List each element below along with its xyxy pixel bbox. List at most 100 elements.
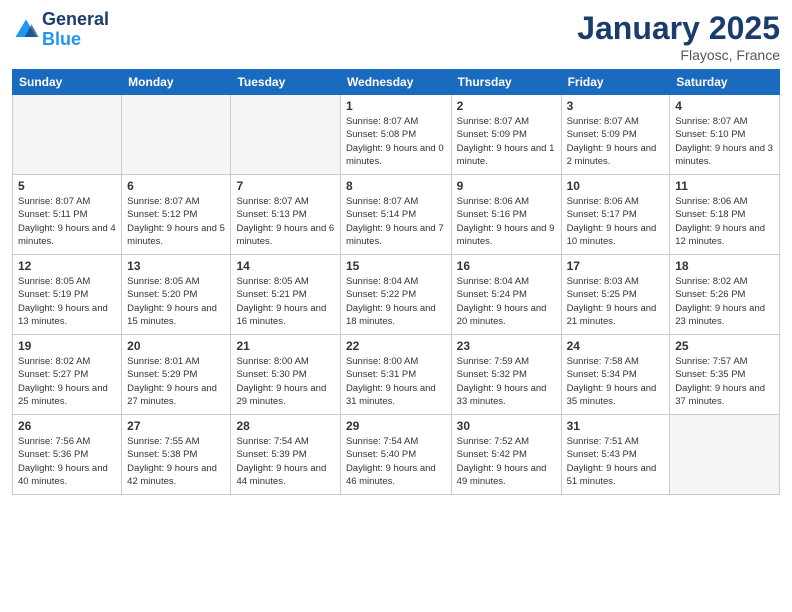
day-number: 10 <box>567 179 665 193</box>
page: General Blue January 2025 Flayosc, Franc… <box>0 0 792 612</box>
day-number: 1 <box>346 99 446 113</box>
day-info: Sunrise: 8:07 AM Sunset: 5:11 PM Dayligh… <box>18 195 116 248</box>
day-number: 5 <box>18 179 116 193</box>
day-cell <box>13 95 122 175</box>
day-info: Sunrise: 8:02 AM Sunset: 5:26 PM Dayligh… <box>675 275 774 328</box>
day-header-thursday: Thursday <box>451 70 561 95</box>
day-info: Sunrise: 8:06 AM Sunset: 5:16 PM Dayligh… <box>457 195 556 248</box>
day-info: Sunrise: 7:57 AM Sunset: 5:35 PM Dayligh… <box>675 355 774 408</box>
day-header-friday: Friday <box>561 70 670 95</box>
day-number: 11 <box>675 179 774 193</box>
day-cell: 4 Sunrise: 8:07 AM Sunset: 5:10 PM Daylig… <box>670 95 780 175</box>
day-info: Sunrise: 7:54 AM Sunset: 5:40 PM Dayligh… <box>346 435 446 488</box>
day-number: 18 <box>675 259 774 273</box>
day-cell: 18 Sunrise: 8:02 AM Sunset: 5:26 PM Dayli… <box>670 255 780 335</box>
day-info: Sunrise: 7:59 AM Sunset: 5:32 PM Dayligh… <box>457 355 556 408</box>
day-info: Sunrise: 8:05 AM Sunset: 5:19 PM Dayligh… <box>18 275 116 328</box>
calendar-header-row: SundayMondayTuesdayWednesdayThursdayFrid… <box>13 70 780 95</box>
day-info: Sunrise: 7:56 AM Sunset: 5:36 PM Dayligh… <box>18 435 116 488</box>
day-cell: 31 Sunrise: 7:51 AM Sunset: 5:43 PM Dayli… <box>561 415 670 495</box>
day-number: 21 <box>236 339 334 353</box>
day-cell: 7Sunrise: 8:07 AM Sunset: 5:13 PM Daylig… <box>231 175 340 255</box>
day-info: Sunrise: 7:55 AM Sunset: 5:38 PM Dayligh… <box>127 435 225 488</box>
logo-icon <box>12 16 40 44</box>
day-info: Sunrise: 8:00 AM Sunset: 5:30 PM Dayligh… <box>236 355 334 408</box>
day-info: Sunrise: 7:52 AM Sunset: 5:42 PM Dayligh… <box>457 435 556 488</box>
day-number: 20 <box>127 339 225 353</box>
day-cell: 20 Sunrise: 8:01 AM Sunset: 5:29 PM Dayli… <box>122 335 231 415</box>
calendar: SundayMondayTuesdayWednesdayThursdayFrid… <box>12 69 780 495</box>
day-number: 15 <box>346 259 446 273</box>
logo: General Blue <box>12 10 109 50</box>
day-number: 16 <box>457 259 556 273</box>
day-cell: 1 Sunrise: 8:07 AM Sunset: 5:08 PM Daylig… <box>340 95 451 175</box>
day-number: 14 <box>236 259 334 273</box>
day-number: 19 <box>18 339 116 353</box>
day-cell: 29 Sunrise: 7:54 AM Sunset: 5:40 PM Dayli… <box>340 415 451 495</box>
day-info: Sunrise: 8:07 AM Sunset: 5:08 PM Dayligh… <box>346 115 446 168</box>
day-number: 29 <box>346 419 446 433</box>
day-cell: 21 Sunrise: 8:00 AM Sunset: 5:30 PM Dayli… <box>231 335 340 415</box>
day-cell: 26Sunrise: 7:56 AM Sunset: 5:36 PM Dayli… <box>13 415 122 495</box>
day-number: 30 <box>457 419 556 433</box>
day-number: 31 <box>567 419 665 433</box>
day-cell: 23Sunrise: 7:59 AM Sunset: 5:32 PM Dayli… <box>451 335 561 415</box>
day-cell: 19 Sunrise: 8:02 AM Sunset: 5:27 PM Dayli… <box>13 335 122 415</box>
day-cell: 13Sunrise: 8:05 AM Sunset: 5:20 PM Dayli… <box>122 255 231 335</box>
day-cell: 5 Sunrise: 8:07 AM Sunset: 5:11 PM Daylig… <box>13 175 122 255</box>
day-info: Sunrise: 7:54 AM Sunset: 5:39 PM Dayligh… <box>236 435 334 488</box>
logo-text: General Blue <box>42 10 109 50</box>
day-cell: 25 Sunrise: 7:57 AM Sunset: 5:35 PM Dayli… <box>670 335 780 415</box>
day-number: 7 <box>236 179 334 193</box>
day-cell: 17 Sunrise: 8:03 AM Sunset: 5:25 PM Dayli… <box>561 255 670 335</box>
week-row-2: 5 Sunrise: 8:07 AM Sunset: 5:11 PM Daylig… <box>13 175 780 255</box>
day-info: Sunrise: 8:06 AM Sunset: 5:18 PM Dayligh… <box>675 195 774 248</box>
day-header-sunday: Sunday <box>13 70 122 95</box>
day-number: 8 <box>346 179 446 193</box>
day-cell: 24 Sunrise: 7:58 AM Sunset: 5:34 PM Dayli… <box>561 335 670 415</box>
day-cell: 10Sunrise: 8:06 AM Sunset: 5:17 PM Dayli… <box>561 175 670 255</box>
day-number: 24 <box>567 339 665 353</box>
week-row-5: 26Sunrise: 7:56 AM Sunset: 5:36 PM Dayli… <box>13 415 780 495</box>
day-header-wednesday: Wednesday <box>340 70 451 95</box>
location: Flayosc, France <box>577 47 780 63</box>
day-info: Sunrise: 8:02 AM Sunset: 5:27 PM Dayligh… <box>18 355 116 408</box>
day-number: 3 <box>567 99 665 113</box>
day-info: Sunrise: 8:07 AM Sunset: 5:14 PM Dayligh… <box>346 195 446 248</box>
day-info: Sunrise: 7:51 AM Sunset: 5:43 PM Dayligh… <box>567 435 665 488</box>
day-header-saturday: Saturday <box>670 70 780 95</box>
day-cell <box>670 415 780 495</box>
day-cell: 8 Sunrise: 8:07 AM Sunset: 5:14 PM Daylig… <box>340 175 451 255</box>
day-cell: 6 Sunrise: 8:07 AM Sunset: 5:12 PM Daylig… <box>122 175 231 255</box>
week-row-4: 19 Sunrise: 8:02 AM Sunset: 5:27 PM Dayli… <box>13 335 780 415</box>
day-number: 12 <box>18 259 116 273</box>
day-cell: 22 Sunrise: 8:00 AM Sunset: 5:31 PM Dayli… <box>340 335 451 415</box>
day-cell: 14Sunrise: 8:05 AM Sunset: 5:21 PM Dayli… <box>231 255 340 335</box>
logo-line2: Blue <box>42 29 81 49</box>
day-number: 4 <box>675 99 774 113</box>
day-info: Sunrise: 8:07 AM Sunset: 5:12 PM Dayligh… <box>127 195 225 248</box>
week-row-3: 12 Sunrise: 8:05 AM Sunset: 5:19 PM Dayli… <box>13 255 780 335</box>
day-number: 22 <box>346 339 446 353</box>
day-number: 28 <box>236 419 334 433</box>
day-number: 6 <box>127 179 225 193</box>
day-info: Sunrise: 8:00 AM Sunset: 5:31 PM Dayligh… <box>346 355 446 408</box>
day-number: 25 <box>675 339 774 353</box>
week-row-1: 1 Sunrise: 8:07 AM Sunset: 5:08 PM Daylig… <box>13 95 780 175</box>
day-cell: 11 Sunrise: 8:06 AM Sunset: 5:18 PM Dayli… <box>670 175 780 255</box>
day-cell: 2Sunrise: 8:07 AM Sunset: 5:09 PM Daylig… <box>451 95 561 175</box>
day-number: 17 <box>567 259 665 273</box>
day-info: Sunrise: 8:04 AM Sunset: 5:24 PM Dayligh… <box>457 275 556 328</box>
day-header-tuesday: Tuesday <box>231 70 340 95</box>
day-cell: 15Sunrise: 8:04 AM Sunset: 5:22 PM Dayli… <box>340 255 451 335</box>
day-number: 13 <box>127 259 225 273</box>
day-info: Sunrise: 8:01 AM Sunset: 5:29 PM Dayligh… <box>127 355 225 408</box>
day-info: Sunrise: 8:07 AM Sunset: 5:10 PM Dayligh… <box>675 115 774 168</box>
day-info: Sunrise: 8:03 AM Sunset: 5:25 PM Dayligh… <box>567 275 665 328</box>
day-info: Sunrise: 8:07 AM Sunset: 5:09 PM Dayligh… <box>567 115 665 168</box>
day-cell: 27Sunrise: 7:55 AM Sunset: 5:38 PM Dayli… <box>122 415 231 495</box>
day-info: Sunrise: 7:58 AM Sunset: 5:34 PM Dayligh… <box>567 355 665 408</box>
logo-line1: General <box>42 10 109 30</box>
day-header-monday: Monday <box>122 70 231 95</box>
day-cell: 16 Sunrise: 8:04 AM Sunset: 5:24 PM Dayli… <box>451 255 561 335</box>
